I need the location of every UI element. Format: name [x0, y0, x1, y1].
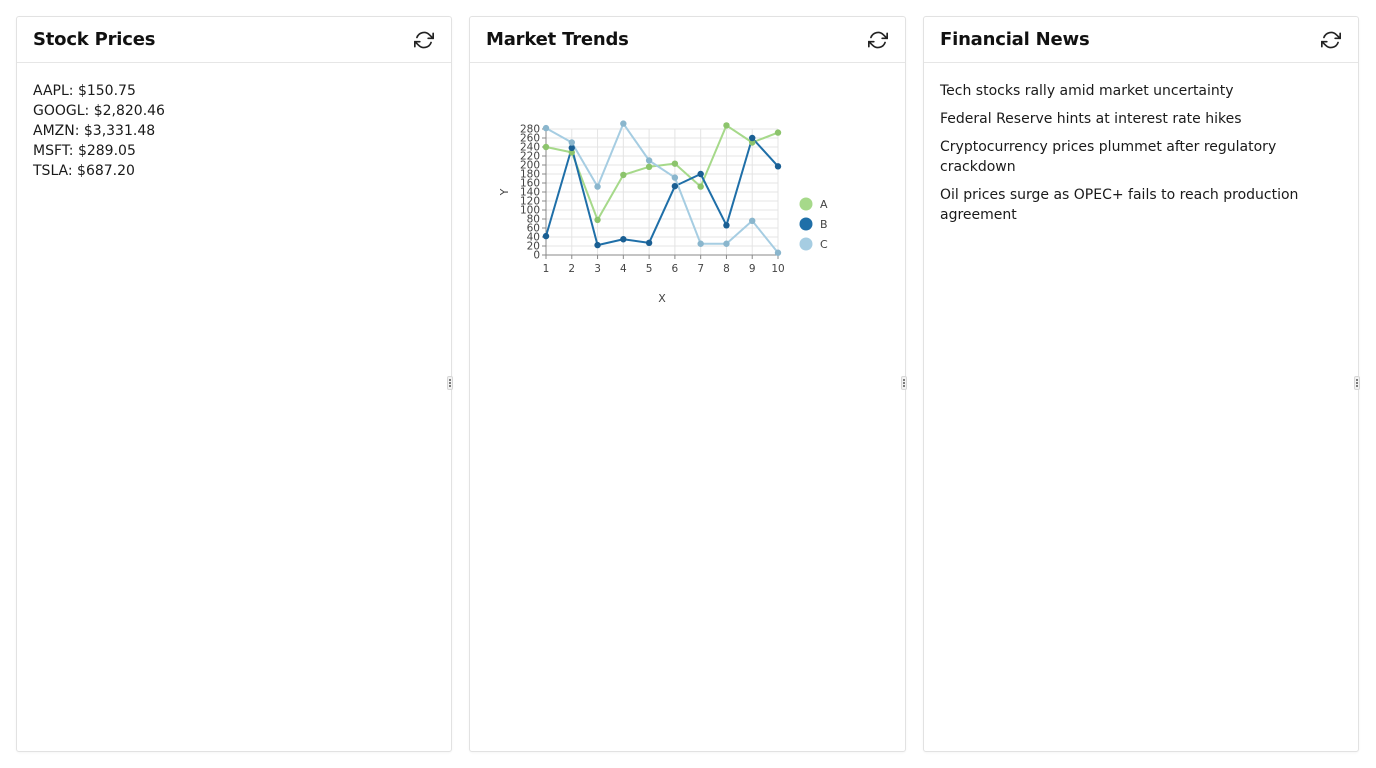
data-point-b — [697, 170, 704, 178]
data-point-c — [671, 174, 679, 181]
data-point-b — [774, 163, 782, 170]
data-point-a — [645, 163, 653, 170]
stock-item: AMZN: $3,331.48 — [33, 123, 156, 139]
x-tick-label: 10 — [771, 263, 784, 275]
news-headline[interactable]: Tech stocks rally amid market uncertaint… — [940, 81, 1342, 101]
data-point-b — [723, 222, 730, 229]
line-chart: 0204060801001201401601802002202402602801… — [498, 120, 828, 305]
financial-news-header: Financial News — [924, 17, 1358, 63]
x-tick-label: 9 — [749, 263, 756, 275]
data-point-c — [620, 120, 627, 127]
refresh-button[interactable] — [867, 29, 889, 51]
x-tick-label: 6 — [672, 263, 679, 275]
data-point-b — [594, 241, 601, 249]
data-point-c — [594, 183, 601, 190]
stock-item: TSLA: $687.20 — [33, 163, 135, 179]
x-tick-label: 3 — [594, 263, 601, 275]
legend-label: B — [820, 218, 828, 231]
data-point-a — [671, 160, 679, 167]
refresh-button[interactable] — [413, 29, 435, 51]
y-axis-label: Y — [498, 188, 511, 196]
data-point-c — [645, 157, 653, 164]
data-point-b — [749, 134, 756, 142]
panel-title: Market Trends — [486, 29, 629, 50]
panel-title: Stock Prices — [33, 29, 156, 50]
series-line-c — [545, 122, 779, 254]
data-point-a — [620, 171, 627, 179]
panel-resize-handle[interactable] — [447, 376, 453, 390]
legend-swatch-a — [799, 197, 813, 211]
news-headline[interactable]: Oil prices surge as OPEC+ fails to reach… — [940, 185, 1342, 225]
panel-resize-handle[interactable] — [901, 376, 907, 390]
panel-resize-handle[interactable] — [1354, 376, 1360, 390]
data-point-c — [568, 139, 575, 146]
legend-label: A — [820, 198, 828, 211]
refresh-icon — [414, 31, 434, 48]
refresh-icon — [1321, 31, 1341, 48]
news-list: Tech stocks rally amid market uncertaint… — [940, 81, 1342, 225]
stock-item: MSFT: $289.05 — [33, 143, 136, 159]
market-trends-chart: 0 20 40 60 80 100 120 140 160 180 200 220 240 260 280 1… — [470, 63, 875, 343]
news-headline[interactable]: Federal Reserve hints at interest rate h… — [940, 109, 1342, 129]
data-point-a — [723, 122, 730, 129]
series-line-a — [545, 124, 779, 221]
data-point-b — [542, 232, 550, 240]
data-point-c — [774, 249, 782, 256]
x-tick-label: 8 — [723, 263, 730, 275]
market-trends-panel: Market Trends 0 20 40 60 80 100 120 140 160 180 20… — [469, 16, 906, 752]
legend-swatch-c — [799, 237, 813, 251]
refresh-button[interactable] — [1320, 29, 1342, 51]
y-tick-label: 280 — [520, 124, 540, 136]
panel-title: Financial News — [940, 29, 1090, 50]
stock-prices-body: AAPL: $150.75 GOOGL: $2,820.46 AMZN: $3,… — [17, 63, 451, 197]
data-point-c — [723, 240, 730, 247]
data-point-a — [542, 143, 550, 151]
legend-label: C — [820, 238, 828, 251]
stock-item: GOOGL: $2,820.46 — [33, 103, 165, 119]
data-point-b — [645, 239, 653, 247]
market-trends-body: 0 20 40 60 80 100 120 140 160 180 200 220 240 260 280 1… — [470, 63, 905, 343]
legend-swatch-b — [799, 217, 813, 231]
refresh-icon — [868, 31, 888, 48]
stock-item: AAPL: $150.75 — [33, 83, 136, 99]
data-point-c — [542, 124, 550, 132]
x-tick-label: 2 — [568, 263, 575, 275]
data-point-c — [697, 240, 704, 247]
data-point-b — [620, 236, 627, 243]
x-tick-label: 5 — [646, 263, 653, 275]
financial-news-panel: Financial News Tech stocks rally amid ma… — [923, 16, 1359, 752]
data-point-c — [749, 217, 756, 224]
stock-list: AAPL: $150.75 GOOGL: $2,820.46 AMZN: $3,… — [33, 81, 435, 181]
data-point-b — [671, 182, 679, 190]
news-headline[interactable]: Cryptocurrency prices plummet after regu… — [940, 137, 1342, 177]
financial-news-body: Tech stocks rally amid market uncertaint… — [924, 63, 1358, 249]
x-tick-label: 4 — [620, 263, 627, 275]
x-axis-label: X — [658, 292, 666, 305]
data-point-a — [697, 183, 704, 190]
market-trends-header: Market Trends — [470, 17, 905, 63]
stock-prices-header: Stock Prices — [17, 17, 451, 63]
stock-prices-panel: Stock Prices AAPL: $150.75 GOOGL: $2,820… — [16, 16, 452, 752]
data-point-a — [774, 129, 782, 136]
data-point-a — [594, 216, 601, 224]
x-tick-label: 7 — [697, 263, 704, 275]
x-tick-label: 1 — [543, 263, 550, 275]
